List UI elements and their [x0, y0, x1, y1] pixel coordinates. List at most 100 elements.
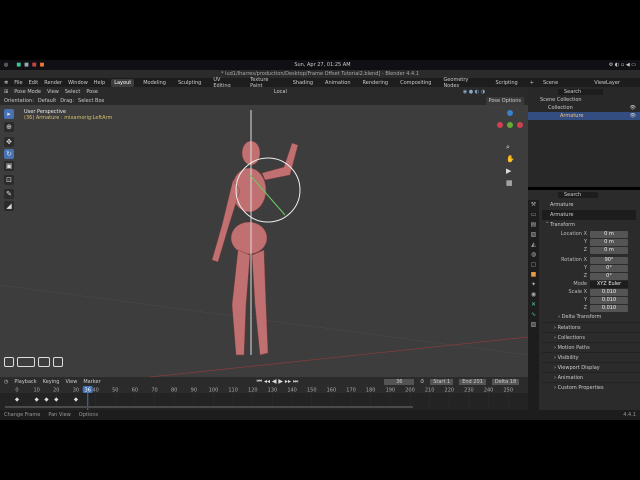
overlay-button[interactable] — [4, 357, 14, 367]
tab-scripting[interactable]: Scripting — [493, 79, 521, 87]
menu-edit[interactable]: Edit — [29, 80, 39, 86]
relations-panel[interactable]: › Relations — [542, 322, 640, 332]
orientation-selector[interactable]: Default — [38, 98, 56, 104]
tool-scale-icon[interactable]: ▣ — [4, 161, 14, 171]
tab-shading[interactable]: Shading — [290, 79, 316, 87]
rotation-y-field[interactable]: 0° — [590, 264, 628, 272]
tool-transform-icon[interactable]: ⊡ — [4, 175, 14, 185]
bone-tab-icon[interactable]: ∿ — [528, 310, 539, 320]
scale-y-field[interactable]: 0.010 — [590, 296, 628, 304]
armature-data-tab-icon[interactable]: ✕ — [528, 300, 539, 310]
collections-panel[interactable]: › Collections — [542, 332, 640, 342]
physics-tab-icon[interactable]: ◉ — [528, 290, 539, 300]
activities-icon[interactable]: ◎ — [4, 62, 8, 68]
menu-file[interactable]: File — [14, 80, 22, 86]
tool-annotate-icon[interactable]: ✎ — [4, 189, 14, 199]
tool-rotate-icon[interactable]: ↻ — [4, 149, 14, 159]
shading-icons[interactable]: ◉ ● ◐ ◑ — [463, 89, 485, 95]
rotation-mode-select[interactable]: XYZ Euler — [590, 280, 628, 288]
add-workspace-button[interactable]: + — [527, 79, 537, 87]
transform-panel-header[interactable]: ˅ Transform — [542, 220, 640, 230]
menu-view[interactable]: View — [47, 89, 59, 95]
end-frame-field[interactable]: End 201 — [459, 378, 486, 385]
mode-selector[interactable]: Pose Mode — [14, 89, 41, 95]
viewport-display-panel[interactable]: › Viewport Display — [542, 362, 640, 372]
properties-search-input[interactable]: Search — [558, 192, 598, 198]
scale-x-field[interactable]: 0.010 — [590, 288, 628, 296]
tab-modeling[interactable]: Modeling — [140, 79, 169, 87]
menu-playback[interactable]: Playback — [14, 379, 36, 385]
app-icon[interactable]: ■ — [32, 62, 37, 68]
blender-icon[interactable]: ■ — [40, 62, 45, 68]
location-z-field[interactable]: 0 m — [590, 246, 628, 254]
outliner-item-collection[interactable]: Collection 👁 — [528, 104, 640, 112]
view-layer-tab-icon[interactable]: ▧ — [528, 230, 539, 240]
tab-compositing[interactable]: Compositing — [397, 79, 434, 87]
editor-type-icon[interactable]: ⊞ — [4, 89, 8, 95]
clock[interactable]: Sun, Apr 27, 01:25 AM — [294, 62, 350, 68]
constraint-tab-icon[interactable]: ▨ — [528, 320, 539, 330]
tool-move-icon[interactable]: ✥ — [4, 137, 14, 147]
menu-view[interactable]: View — [65, 379, 77, 385]
tab-rendering[interactable]: Rendering — [360, 79, 392, 87]
outliner-search-input[interactable]: Search — [558, 88, 603, 95]
tool-measure-icon[interactable]: ◢ — [4, 201, 14, 211]
app-icon[interactable]: ■ — [16, 62, 21, 68]
tab-animation[interactable]: Animation — [322, 79, 354, 87]
menu-keying[interactable]: Keying — [43, 379, 60, 385]
scene-tab-icon[interactable]: ◭ — [528, 240, 539, 250]
render-tab-icon[interactable]: ▭ — [528, 210, 539, 220]
object-tab-icon[interactable]: ■ — [528, 270, 539, 280]
view-layer-selector[interactable]: ViewLayer — [594, 80, 620, 86]
menu-help[interactable]: Help — [94, 80, 105, 86]
transform-space-selector[interactable]: Local — [274, 89, 287, 95]
modifier-tab-icon[interactable]: ✦ — [528, 280, 539, 290]
delta-field[interactable]: Delta 18 — [491, 378, 520, 385]
visibility-panel[interactable]: › Visibility — [542, 352, 640, 362]
rotation-z-field[interactable]: 0° — [590, 272, 628, 280]
custom-properties-panel[interactable]: › Custom Properties — [542, 382, 640, 392]
tray-icons[interactable]: ⚙ ◐ ▫ ◀ ▭ — [609, 62, 636, 68]
drag-selector[interactable]: Select Box — [78, 98, 104, 104]
tool-tab-icon[interactable]: ⚒ — [528, 200, 539, 210]
tab-sculpting[interactable]: Sculpting — [175, 79, 204, 87]
timeline-editor-icon[interactable]: ◷ — [4, 379, 8, 385]
tab-layout[interactable]: Layout — [111, 78, 135, 87]
menu-pose[interactable]: Pose — [86, 89, 98, 95]
scene-canvas[interactable] — [0, 105, 528, 377]
nav-icons[interactable]: ⌕ ✋ ▶ ▦ — [506, 141, 515, 189]
menu-window[interactable]: Window — [68, 80, 88, 86]
visibility-icon[interactable]: 👁 — [630, 105, 636, 111]
stopwatch-icon[interactable]: ⏱ — [420, 379, 424, 385]
timeline-ruler[interactable]: 0 10 20 30 40 50 60 70 80 90 100 110 120 130 140 150 160… — [0, 386, 528, 410]
overlay-button[interactable] — [17, 357, 35, 367]
rotation-x-field[interactable]: 90° — [590, 256, 628, 264]
start-frame-field[interactable]: Start 1 — [430, 378, 454, 385]
delta-transform-panel[interactable]: › Delta Transform — [542, 312, 640, 322]
menu-marker[interactable]: Marker — [83, 379, 100, 385]
overlay-button[interactable] — [38, 357, 50, 367]
pose-options-button[interactable]: Pose Options — [485, 96, 524, 105]
location-y-field[interactable]: 0 m — [590, 238, 628, 246]
world-tab-icon[interactable]: ◍ — [528, 250, 539, 260]
collection-tab-icon[interactable]: ▢ — [528, 260, 539, 270]
blender-logo-icon[interactable]: ✲ — [4, 80, 8, 86]
3d-viewport[interactable]: User Perspective (36) Armature : mixamor… — [0, 105, 528, 377]
object-data-field[interactable]: Armature — [542, 210, 636, 220]
scale-z-field[interactable]: 0.010 — [590, 304, 628, 312]
menu-select[interactable]: Select — [65, 89, 80, 95]
tool-select-icon[interactable]: ▸ — [4, 109, 14, 119]
visibility-icon[interactable]: 👁 — [630, 113, 636, 119]
current-frame-field[interactable]: 36 — [384, 378, 415, 385]
motion-paths-panel[interactable]: › Motion Paths — [542, 342, 640, 352]
outliner-item-armature[interactable]: Armature 👁 — [528, 112, 640, 120]
menu-render[interactable]: Render — [44, 80, 62, 86]
scene-selector[interactable]: Scene — [543, 80, 558, 86]
playback-controls[interactable]: ⏮ ◂◂ ◀ ▶ ▸▸ ⏭ — [257, 378, 299, 386]
output-tab-icon[interactable]: ▤ — [528, 220, 539, 230]
outliner-item-scene-collection[interactable]: Scene Collection — [528, 96, 640, 104]
animation-panel[interactable]: › Animation — [542, 372, 640, 382]
overlay-button[interactable] — [53, 357, 63, 367]
tool-cursor-icon[interactable]: ⊕ — [4, 122, 14, 132]
location-x-field[interactable]: 0 m — [590, 230, 628, 238]
